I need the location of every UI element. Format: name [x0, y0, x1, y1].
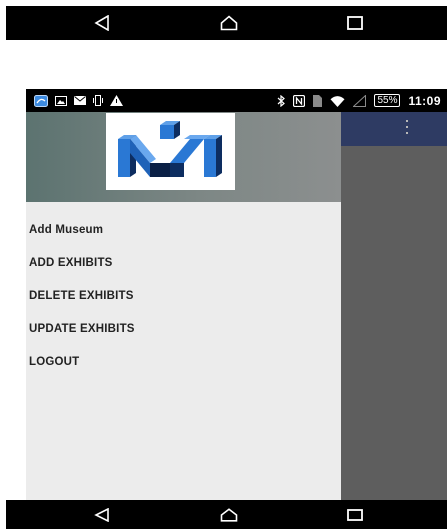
- menu-item-logout[interactable]: LOGOUT: [26, 346, 341, 379]
- museum-logo: [106, 113, 235, 190]
- wifi-icon: [330, 95, 345, 107]
- app-icon: [34, 94, 48, 107]
- nfc-icon: [293, 94, 306, 107]
- recents-icon[interactable]: [347, 16, 363, 30]
- image-icon: [55, 95, 67, 106]
- vibrate-icon: [93, 95, 103, 106]
- menu-item-update-exhibits[interactable]: UPDATE EXHIBITS: [26, 313, 341, 346]
- mail-icon: [74, 96, 86, 105]
- alert-icon: [110, 95, 123, 106]
- menu-item-delete-exhibits[interactable]: DELETE EXHIBITS: [26, 280, 341, 313]
- menu-item-add-exhibits[interactable]: ADD EXHIBITS: [26, 247, 341, 280]
- navigation-drawer: Add Museum ADD EXHIBITS DELETE EXHIBITS …: [26, 112, 341, 500]
- home-icon[interactable]: [220, 15, 238, 31]
- top-navigation-bar: [6, 6, 447, 40]
- home-icon[interactable]: [220, 507, 238, 522]
- sim-icon: [313, 94, 323, 107]
- recents-icon[interactable]: [347, 508, 363, 521]
- signal-icon: [353, 94, 367, 107]
- drawer-header: [26, 112, 341, 202]
- battery-indicator: 55%: [374, 94, 401, 107]
- app-toolbar: [341, 112, 447, 146]
- menu-item-add-museum[interactable]: Add Museum: [26, 214, 341, 247]
- back-icon[interactable]: [94, 15, 110, 31]
- overflow-menu-icon[interactable]: [405, 120, 409, 134]
- drawer-menu: Add Museum ADD EXHIBITS DELETE EXHIBITS …: [26, 214, 341, 379]
- back-icon[interactable]: [94, 507, 110, 522]
- logo-graphic: [118, 121, 222, 177]
- bluetooth-icon: [278, 94, 286, 107]
- bottom-navigation-bar: [6, 500, 447, 529]
- app-area: Add Museum ADD EXHIBITS DELETE EXHIBITS …: [26, 112, 447, 500]
- status-bar: 55% 11:09: [26, 89, 447, 112]
- clock: 11:09: [408, 93, 441, 108]
